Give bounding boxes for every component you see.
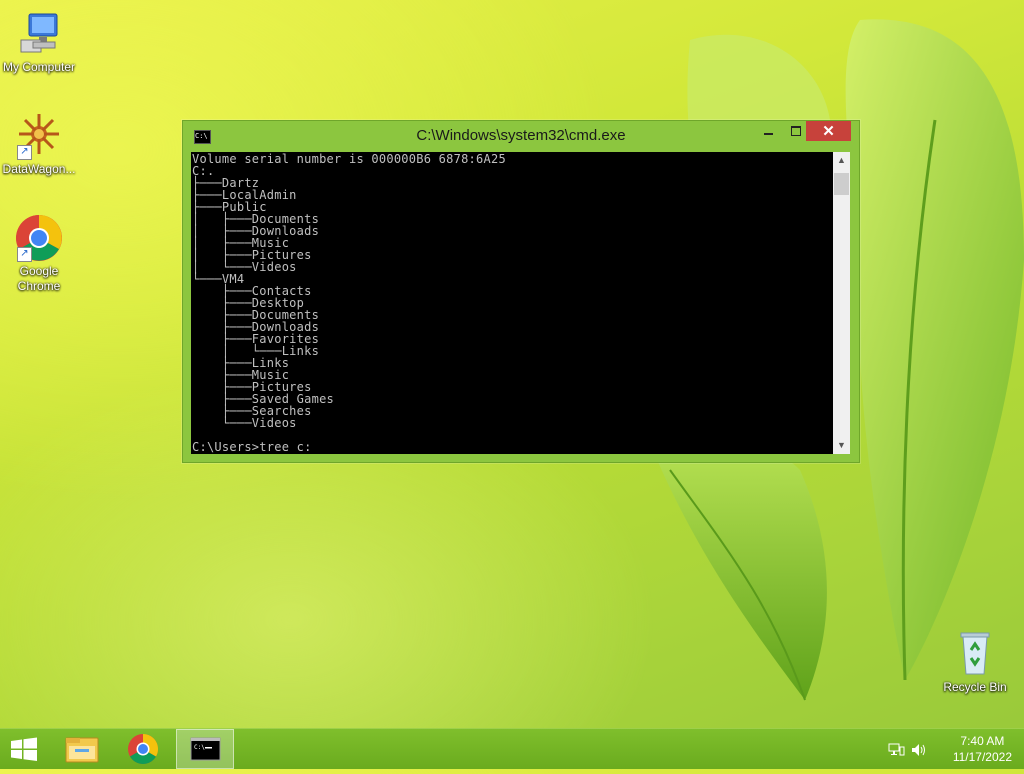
maximize-icon: [791, 126, 801, 136]
scroll-up-arrow-icon[interactable]: ▲: [833, 152, 850, 169]
network-icon[interactable]: [888, 742, 906, 758]
clock-time: 7:40 AM: [960, 734, 1005, 748]
close-icon: ✕: [822, 123, 835, 140]
desktop-icon-recycle-bin[interactable]: Recycle Bin: [937, 630, 1013, 695]
chrome-icon: [128, 734, 159, 765]
shortcut-arrow-icon: ↗: [17, 247, 32, 262]
computer-icon: [15, 10, 63, 58]
desktop: My Computer ↗ DataWagon... ↗ Google Chro…: [0, 0, 1024, 728]
minimize-button[interactable]: [755, 121, 781, 141]
desktop-icon-label: DataWagon...: [2, 162, 76, 176]
desktop-icon-label: Google Chrome: [17, 264, 61, 293]
console-text: Volume serial number is 000000B6 6878:6A…: [192, 152, 506, 454]
taskbar: C:\ 7:40 AM 11/17/2022: [0, 728, 1024, 769]
cmd-window[interactable]: C:\ C:\Windows\system32\cmd.exe ✕ Volume…: [182, 120, 860, 463]
close-button[interactable]: ✕: [806, 121, 851, 141]
datawagon-icon: ↗: [15, 112, 63, 160]
system-tray: 7:40 AM 11/17/2022: [884, 729, 1024, 769]
scroll-down-arrow-icon[interactable]: ▼: [833, 437, 850, 454]
clock-date: 11/17/2022: [952, 750, 1012, 764]
clock[interactable]: 7:40 AM 11/17/2022: [953, 733, 1012, 765]
chrome-icon: ↗: [15, 214, 63, 262]
chrome-taskbar-button[interactable]: [115, 729, 171, 769]
shortcut-arrow-icon: ↗: [17, 145, 32, 160]
desktop-icon-google-chrome[interactable]: ↗ Google Chrome: [1, 214, 77, 294]
desktop-icon-my-computer[interactable]: My Computer: [1, 10, 77, 75]
start-button[interactable]: [0, 729, 48, 769]
file-explorer-taskbar-button[interactable]: [54, 729, 110, 769]
windows-logo-icon: [11, 737, 37, 761]
vertical-scrollbar[interactable]: ▲ ▼: [833, 152, 850, 454]
command-prompt-icon: C:\: [190, 737, 221, 761]
console-output[interactable]: Volume serial number is 000000B6 6878:6A…: [191, 152, 833, 454]
scroll-thumb[interactable]: [834, 173, 849, 195]
volume-icon[interactable]: [910, 742, 928, 758]
svg-text:C:\: C:\: [194, 744, 205, 751]
minimize-icon: [764, 133, 773, 135]
desktop-icon-label: My Computer: [2, 60, 76, 74]
file-explorer-icon: [65, 737, 99, 763]
cmd-titlebar[interactable]: C:\ C:\Windows\system32\cmd.exe ✕: [183, 121, 859, 151]
recycle-bin-icon: [951, 630, 999, 678]
desktop-icon-label: Recycle Bin: [943, 680, 1007, 694]
command-prompt-taskbar-button[interactable]: C:\: [176, 729, 234, 769]
desktop-icon-datawagon[interactable]: ↗ DataWagon...: [1, 112, 77, 177]
